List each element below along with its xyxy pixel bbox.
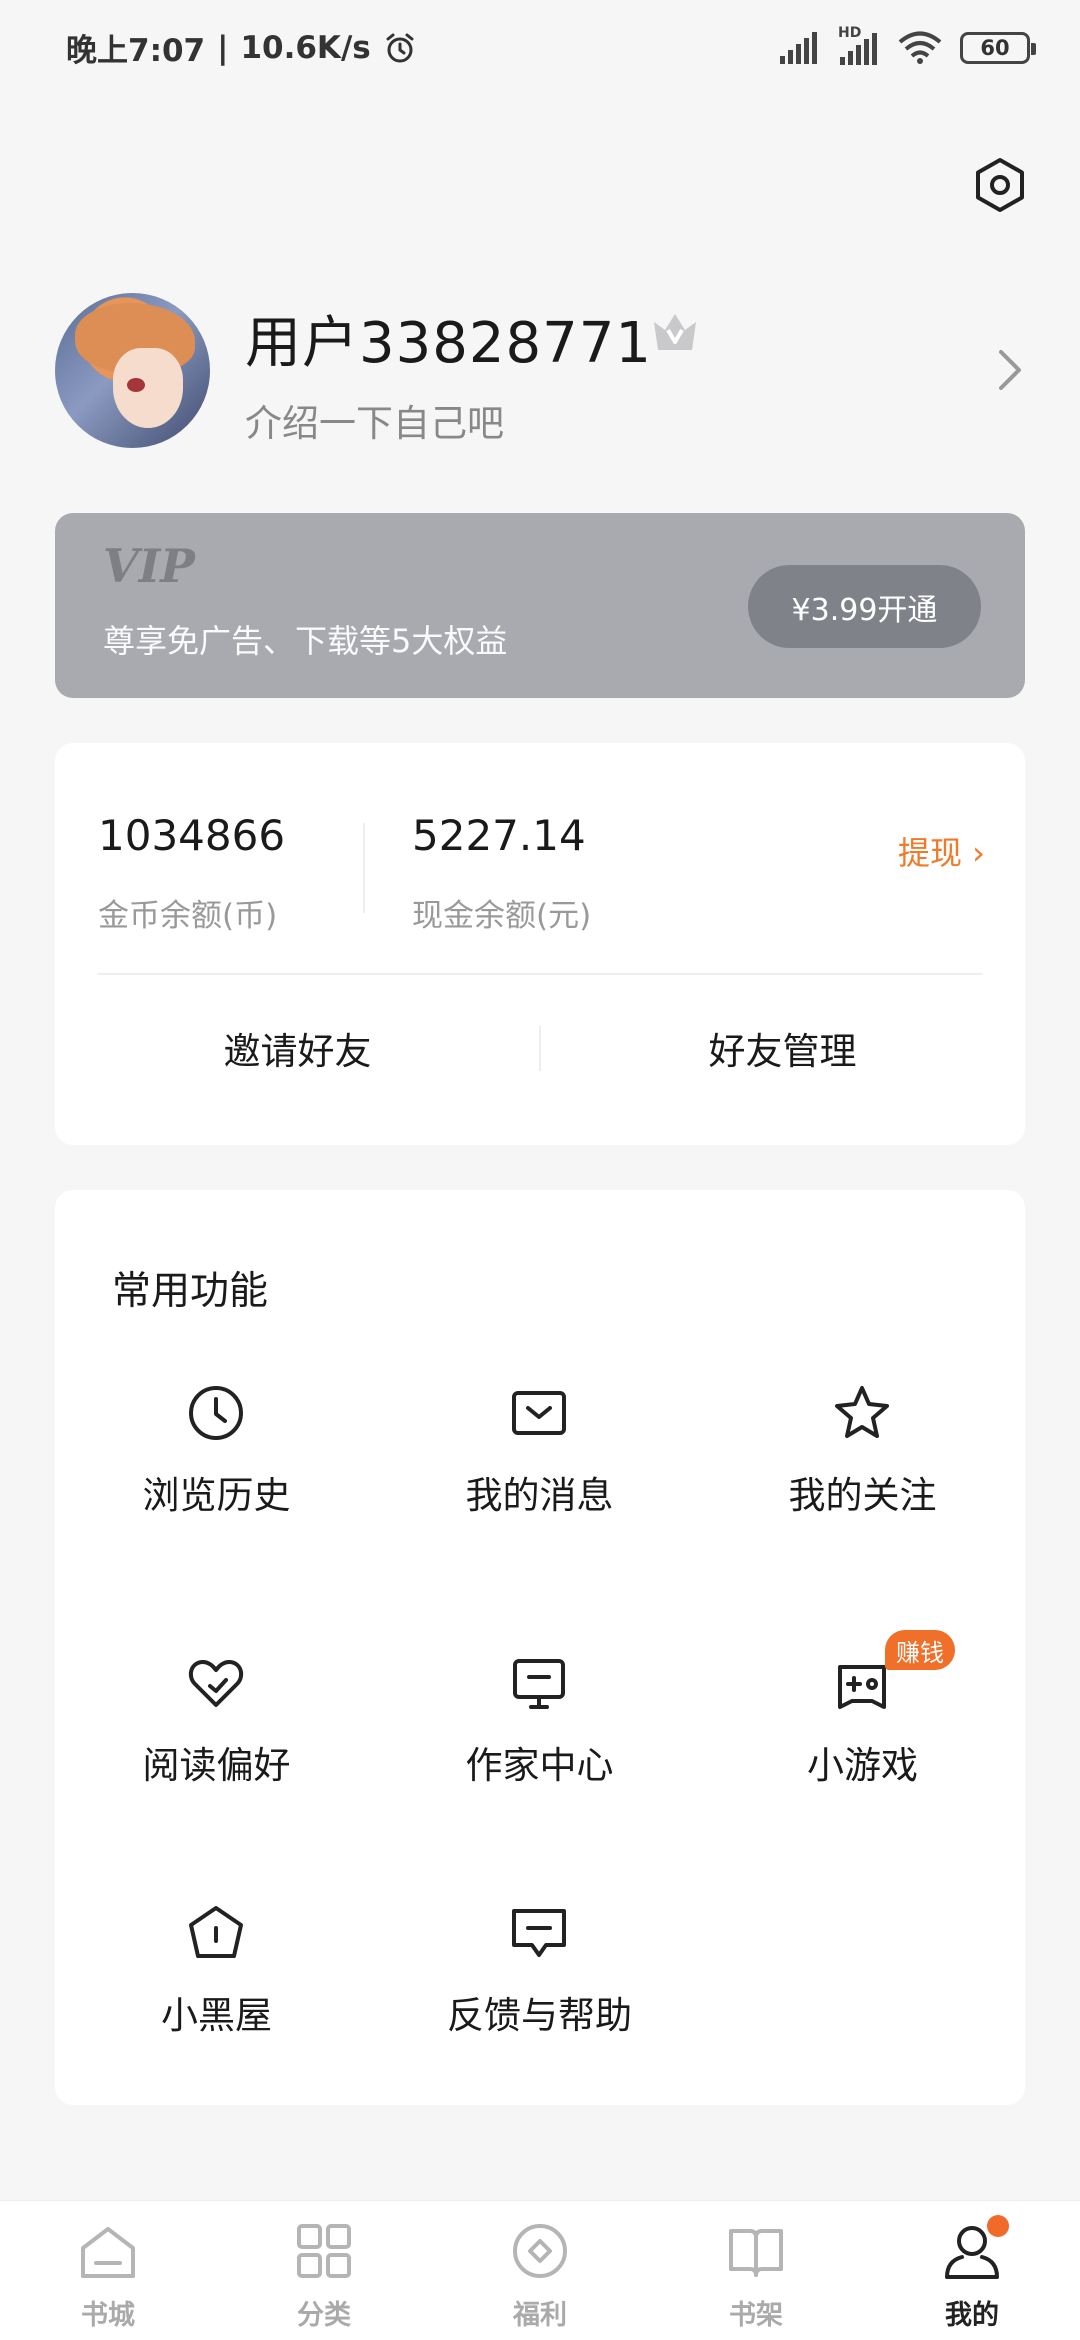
username: 用户33828771 bbox=[245, 311, 653, 376]
nav-label: 我的 bbox=[945, 2300, 999, 2331]
function-blacklist[interactable]: 小黑屋 bbox=[55, 1903, 378, 2063]
nav-welfare[interactable]: 福利 bbox=[432, 2201, 648, 2340]
user-bio: 介绍一下自己吧 bbox=[245, 402, 504, 445]
invite-friends-button[interactable]: 邀请好友 bbox=[55, 1003, 540, 1093]
cash-balance-label: 现金余额(元) bbox=[412, 898, 592, 934]
profile-header[interactable]: 用户33828771 介绍一下自己吧 bbox=[55, 290, 1035, 455]
wifi-icon bbox=[898, 31, 942, 64]
avatar[interactable] bbox=[55, 293, 210, 448]
function-browse-history[interactable]: 浏览历史 bbox=[55, 1383, 378, 1543]
balance-separator bbox=[98, 973, 982, 975]
nav-label: 福利 bbox=[513, 2300, 567, 2331]
withdraw-link[interactable]: 提现 › bbox=[898, 828, 985, 874]
function-label: 反馈与帮助 bbox=[447, 1994, 632, 2037]
status-bar: 晚上7:07 | 10.6K/s HD 60 bbox=[0, 0, 1080, 95]
status-time: 晚上7:07 bbox=[66, 33, 206, 69]
signal-icon-2 bbox=[840, 32, 877, 65]
function-label: 我的消息 bbox=[465, 1474, 614, 1517]
notification-dot bbox=[987, 2215, 1009, 2237]
vip-banner[interactable]: VIP 尊享免广告、下载等5大权益 ¥3.99开通 bbox=[55, 513, 1025, 698]
balance-divider bbox=[363, 823, 365, 913]
nav-categories[interactable]: 分类 bbox=[216, 2201, 432, 2340]
pentagon-alert-icon bbox=[189, 1906, 243, 1958]
nav-bookstore[interactable]: 书城 bbox=[0, 2201, 216, 2340]
battery-level: 60 bbox=[980, 35, 1010, 60]
function-my-messages[interactable]: 我的消息 bbox=[378, 1383, 701, 1543]
status-right: HD 60 bbox=[778, 25, 1036, 65]
nav-label: 分类 bbox=[297, 2300, 351, 2331]
book-icon bbox=[729, 2229, 783, 2277]
vip-title: VIP bbox=[103, 539, 195, 593]
nav-label: 书架 bbox=[729, 2300, 783, 2331]
hd-signal: HD bbox=[838, 25, 880, 65]
function-label: 阅读偏好 bbox=[142, 1744, 291, 1787]
common-functions-card: 常用功能 浏览历史 我的消息 我的关注 阅读偏好 作家中心 赚钱 小游戏 小黑屋… bbox=[55, 1190, 1025, 2105]
friend-management-button[interactable]: 好友管理 bbox=[540, 1003, 1025, 1093]
function-my-follows[interactable]: 我的关注 bbox=[701, 1383, 1024, 1543]
function-label: 小游戏 bbox=[807, 1744, 918, 1787]
nav-label: 书城 bbox=[81, 2300, 135, 2331]
section-title: 常用功能 bbox=[112, 1269, 269, 1314]
coins-balance-value: 1034866 bbox=[98, 811, 286, 860]
vip-crown-icon bbox=[654, 314, 696, 350]
balance-card: 1034866 金币余额(币) 5227.14 现金余额(元) 提现 › 邀请好… bbox=[55, 743, 1025, 1145]
function-label: 作家中心 bbox=[465, 1744, 614, 1787]
home-icon bbox=[81, 2227, 135, 2278]
network-speed: 10.6K/s bbox=[240, 29, 371, 66]
alarm-icon bbox=[386, 33, 414, 62]
chat-icon bbox=[512, 1909, 566, 1957]
function-feedback-help[interactable]: 反馈与帮助 bbox=[378, 1903, 701, 2063]
avatar-face bbox=[113, 348, 183, 428]
grid-icon bbox=[297, 2224, 351, 2278]
nav-bookshelf[interactable]: 书架 bbox=[648, 2201, 864, 2340]
monitor-icon bbox=[513, 1659, 565, 1709]
status-separator: | bbox=[217, 29, 229, 66]
chevron-right-icon[interactable] bbox=[995, 348, 1025, 392]
earn-badge: 赚钱 bbox=[885, 1630, 955, 1670]
function-label: 小黑屋 bbox=[161, 1994, 272, 2037]
signal-icon bbox=[780, 31, 817, 64]
coin-icon bbox=[513, 2224, 567, 2278]
function-label: 我的关注 bbox=[788, 1474, 937, 1517]
settings-hex-icon[interactable] bbox=[970, 155, 1030, 215]
battery-indicator: 60 bbox=[960, 31, 1036, 64]
bottom-navigation: 书城 分类 福利 书架 我的 bbox=[0, 2200, 1080, 2340]
cash-balance-value: 5227.14 bbox=[412, 811, 586, 860]
function-label: 浏览历史 bbox=[142, 1474, 291, 1517]
vip-subscribe-button[interactable]: ¥3.99开通 bbox=[748, 565, 981, 648]
message-icon bbox=[512, 1391, 566, 1435]
clock-icon bbox=[189, 1386, 243, 1440]
function-writer-center[interactable]: 作家中心 bbox=[378, 1653, 701, 1813]
star-icon bbox=[835, 1386, 889, 1438]
vip-description: 尊享免广告、下载等5大权益 bbox=[103, 622, 508, 660]
nav-mine[interactable]: 我的 bbox=[864, 2201, 1080, 2340]
status-left: 晚上7:07 | 10.6K/s bbox=[66, 25, 417, 70]
avatar-eye bbox=[127, 378, 145, 392]
coins-balance-label: 金币余额(币) bbox=[98, 898, 278, 934]
function-reading-preference[interactable]: 阅读偏好 bbox=[55, 1653, 378, 1813]
gamepad-icon bbox=[838, 1665, 886, 1709]
heart-check-icon bbox=[188, 1660, 244, 1707]
function-mini-games[interactable]: 赚钱 小游戏 bbox=[701, 1630, 1024, 1813]
